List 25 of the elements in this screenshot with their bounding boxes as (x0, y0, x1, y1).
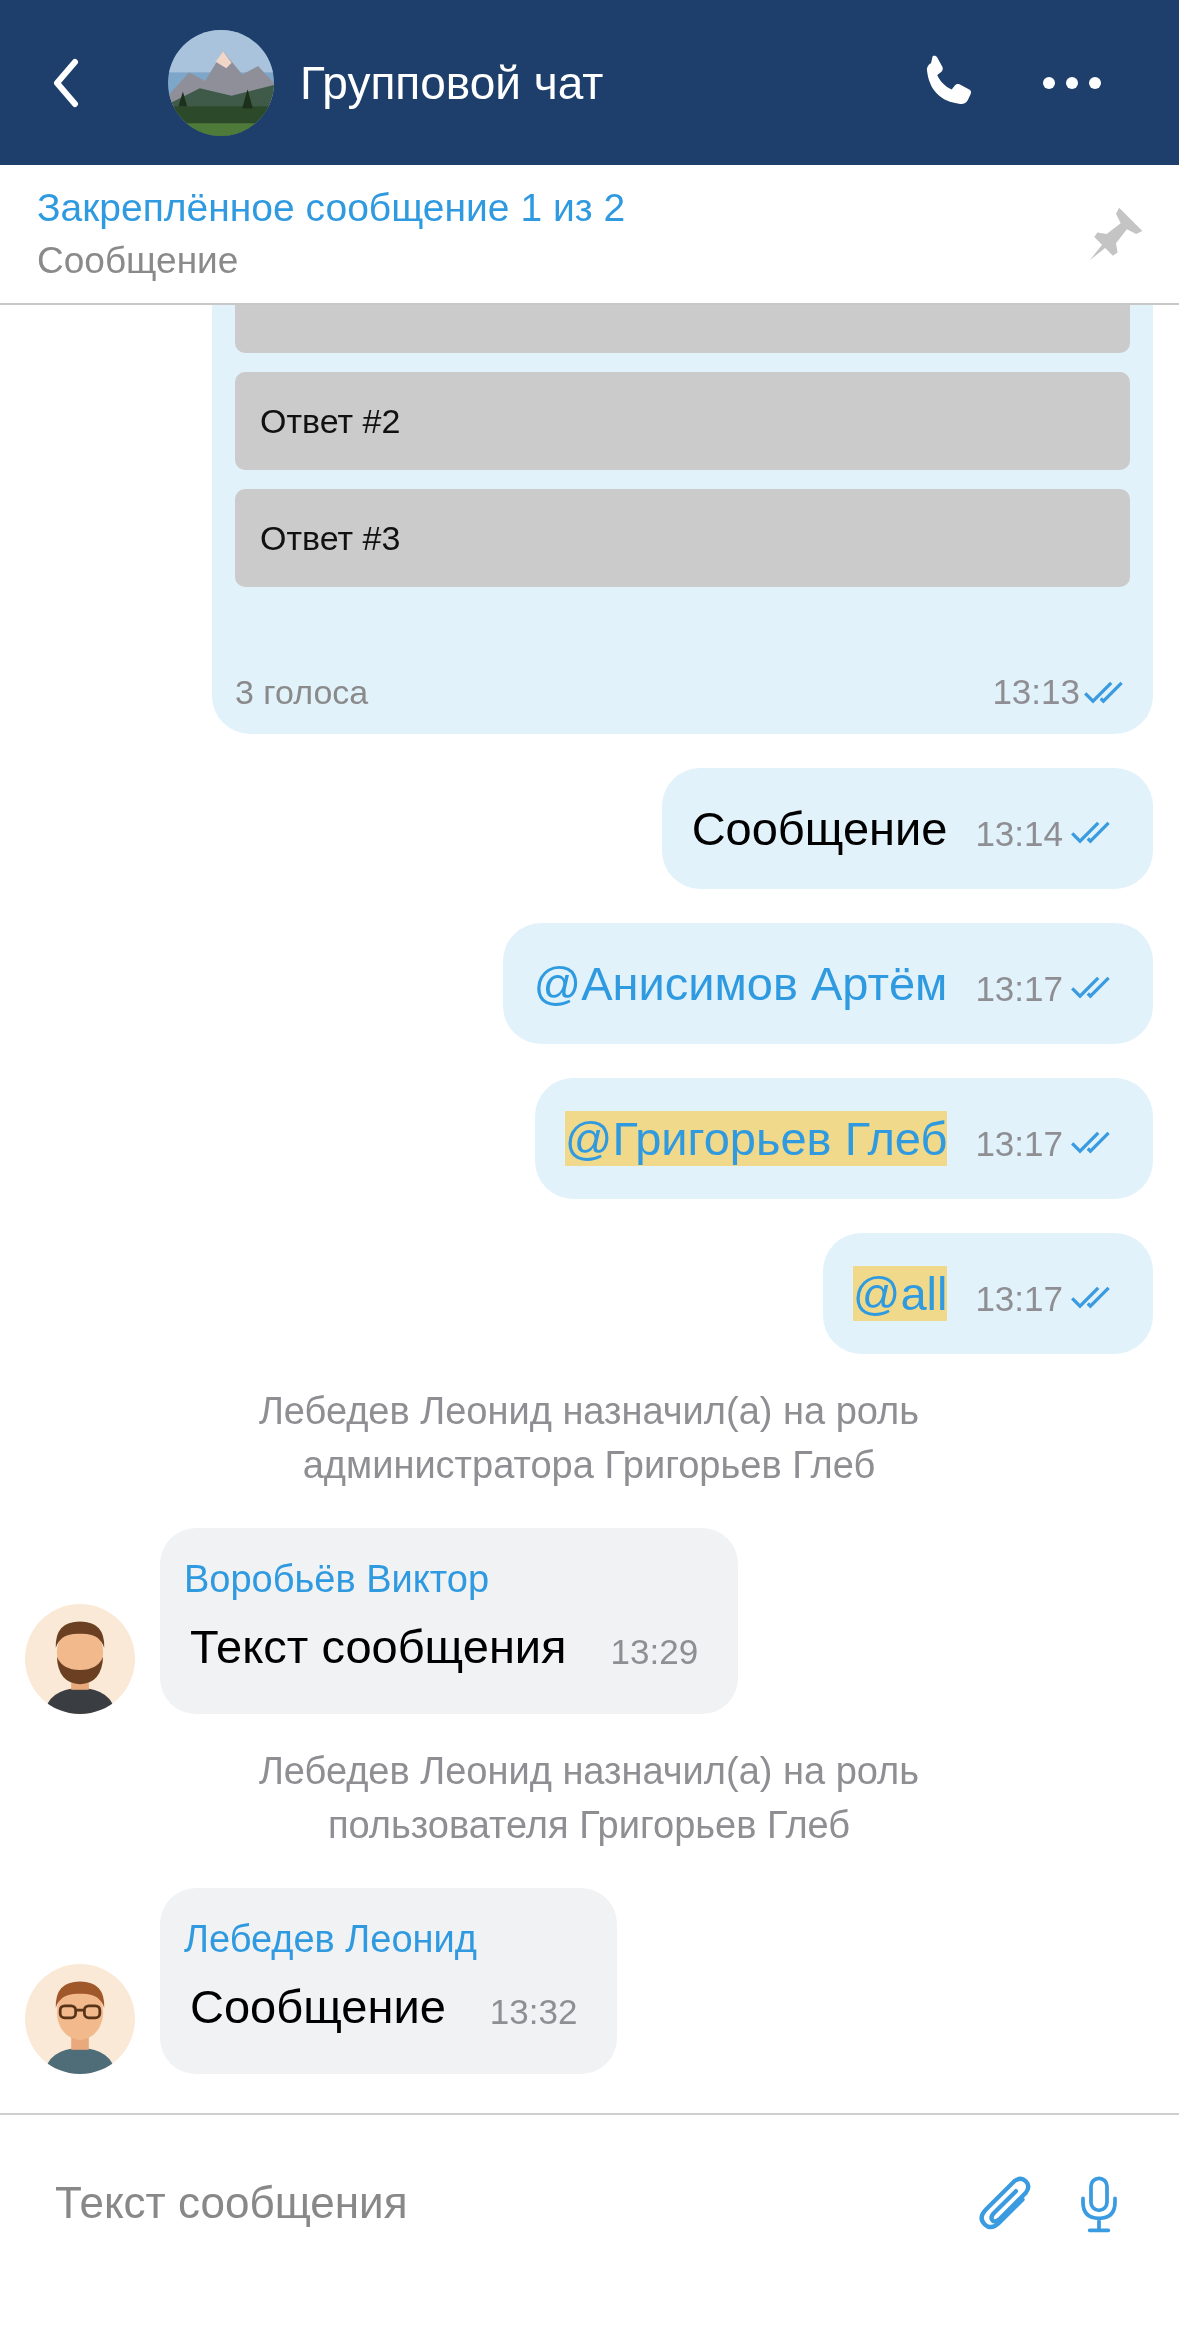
message-time: 13:32 (489, 1991, 578, 2032)
system-message: Лебедев Леонид назначил(а) на роль пользователя Григорьев Глеб (257, 1749, 921, 1848)
message-time: 13:17 (975, 968, 1063, 1009)
message-text: @Анисимов Артём (533, 956, 948, 1011)
message-text: @Григорьев Глеб (564, 1111, 948, 1166)
message-input[interactable]: Текст сообщения (55, 2173, 973, 2233)
sender-name[interactable]: Лебедев Леонид (184, 1918, 578, 1961)
message-text: Сообщение (190, 1979, 446, 2034)
message-text: Текст сообщения (190, 1619, 567, 1674)
message-time: 13:13 (992, 672, 1080, 712)
message-time: 13:29 (610, 1631, 699, 1672)
more-icon[interactable] (1042, 75, 1102, 90)
system-message: Лебедев Леонид назначил(а) на роль администратора Григорьев Глеб (257, 1389, 921, 1488)
chat-title: Групповой чат (300, 55, 605, 110)
message-text: @all (852, 1266, 948, 1321)
poll-option[interactable]: Ответ #3 (235, 489, 1130, 587)
pinned-title: Закреплённое сообщение 1 из 2 (37, 186, 627, 230)
message-text: Сообщение (691, 801, 948, 856)
message-time: 13:14 (975, 813, 1063, 854)
message-time: 13:17 (975, 1123, 1063, 1164)
message-time: 13:17 (975, 1278, 1063, 1319)
sender-name[interactable]: Воробьёв Виктор (184, 1558, 699, 1601)
poll-option[interactable]: Ответ #2 (235, 372, 1130, 470)
pinned-text: Сообщение (37, 240, 240, 282)
vote-count: 3 голоса (235, 672, 370, 712)
